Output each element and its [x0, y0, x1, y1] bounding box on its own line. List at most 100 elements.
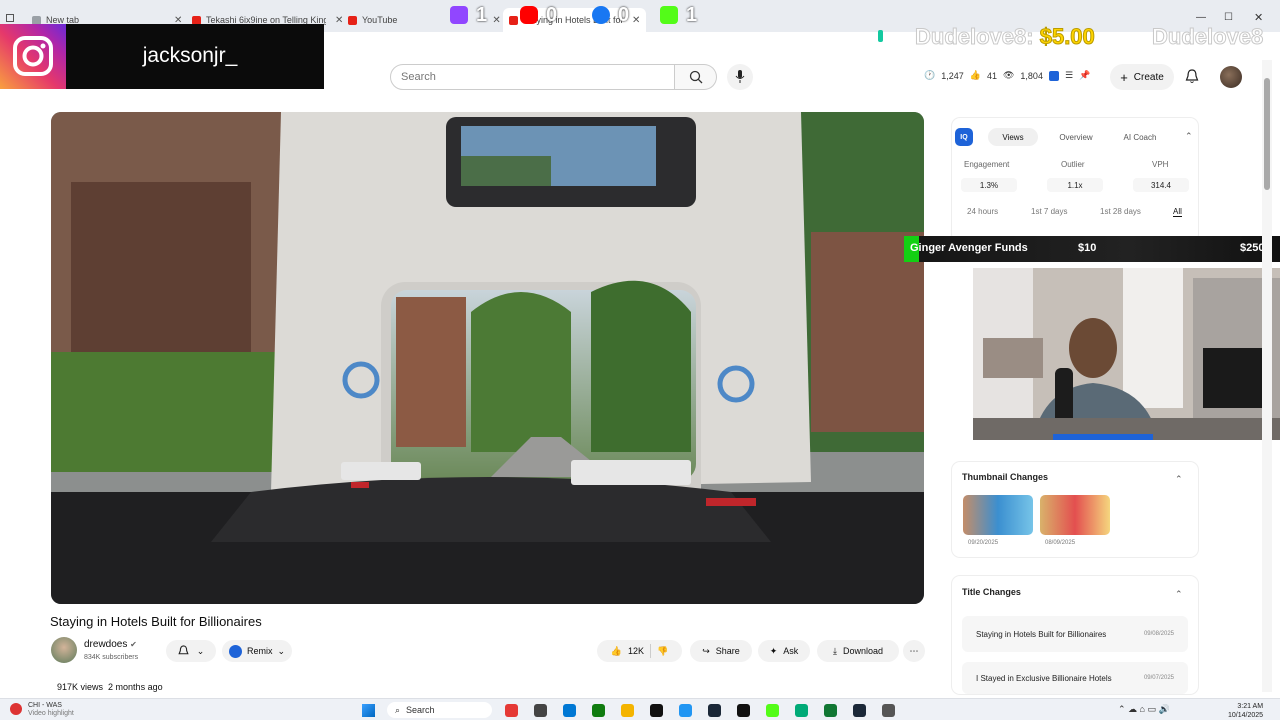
tab-overview[interactable]: Overview [1050, 128, 1102, 146]
windows-start-icon[interactable] [362, 704, 375, 717]
range-all[interactable]: All [1173, 207, 1182, 217]
thumbnail-changes-title: Thumbnail Changes [962, 472, 1049, 482]
bell-icon [1185, 69, 1199, 83]
taskbar-app-icon[interactable] [882, 704, 895, 717]
taskbar-widget[interactable]: CHI - WAS Video highlight [28, 702, 74, 718]
chevron-down-icon: ⌄ [196, 645, 205, 656]
like-icon[interactable]: 👍 [611, 646, 622, 657]
more-actions-button[interactable]: ⋯ [903, 640, 925, 662]
funds-current: $10 [1078, 242, 1097, 254]
range-28d[interactable]: 1st 28 days [1100, 207, 1141, 216]
title-change-date: 09/07/2025 [1143, 675, 1174, 681]
taskbar-search-label: Search [406, 705, 435, 715]
close-icon[interactable]: ✕ [632, 15, 640, 26]
channel-name[interactable]: drewdoes ✔ [84, 639, 137, 650]
taskbar-app-icon[interactable] [592, 704, 605, 717]
like-count[interactable]: 12K [628, 646, 644, 656]
dislike-icon[interactable]: 👎 [657, 646, 668, 657]
donation-marker [878, 30, 883, 42]
funds-goal: $250 [1240, 242, 1265, 254]
twitch-count: 1 [476, 4, 488, 26]
upload-age: 2 months ago [108, 682, 163, 692]
taskbar-app-icon[interactable] [824, 704, 837, 717]
system-tray-icons[interactable]: ⌃ ☁ ⌂ ▭ 🔊 [1118, 704, 1170, 715]
tab-views[interactable]: Views [988, 128, 1038, 146]
kick-count: 1 [686, 4, 698, 26]
chevron-down-icon: ⌄ [277, 645, 286, 656]
close-icon[interactable]: ✕ [335, 15, 343, 26]
remix-button[interactable]: Remix ⌄ [222, 640, 292, 662]
twitch-icon [450, 6, 468, 24]
search-input[interactable]: Search [390, 64, 675, 90]
title-change-text: I Stayed in Exclusive Billionaire Hotels [976, 673, 1112, 683]
subscriber-count: 834K subscribers [84, 654, 139, 661]
video-title: Staying in Hotels Built for Billionaires [50, 614, 262, 629]
description-box[interactable] [50, 675, 924, 698]
voice-search-button[interactable] [727, 64, 753, 90]
tab-ai-coach[interactable]: AI Coach [1112, 128, 1168, 146]
plus-icon: + [1120, 69, 1128, 85]
collapse-icon[interactable]: ⌃ [1175, 474, 1183, 485]
taskbar-app-icon[interactable] [679, 704, 692, 717]
list-icon[interactable]: ☰ [1065, 70, 1073, 81]
range-24h[interactable]: 24 hours [967, 207, 998, 216]
metric-label: VPH [1152, 160, 1169, 169]
taskbar-app-icon[interactable] [534, 704, 547, 717]
taskbar-app-icon[interactable] [650, 704, 663, 717]
close-window-icon[interactable]: ✕ [1254, 11, 1263, 24]
metric-value: 1.1x [1047, 178, 1103, 192]
subscription-bell-button[interactable]: ⌄ [166, 640, 216, 662]
pin-icon[interactable]: 📌 [1079, 70, 1090, 81]
scrollbar-thumb[interactable] [1264, 78, 1270, 190]
youtube-count: 0 [546, 4, 558, 26]
notifications-button[interactable] [1185, 69, 1199, 89]
view-count: 917K views [57, 682, 104, 692]
collapse-icon[interactable]: ⌃ [1185, 131, 1193, 142]
clock-icon: 🕐 [924, 70, 936, 80]
taskbar-app-icon[interactable] [853, 704, 866, 717]
like-icon: 👍 [969, 70, 981, 80]
download-button[interactable]: ⤓ Download [817, 640, 899, 662]
thumbnail-preview[interactable] [1040, 495, 1110, 535]
webcam-overlay [973, 268, 1280, 440]
taskbar-search[interactable]: ⌕ Search [387, 702, 492, 718]
like-dislike-group: 👍 12K 👎 [597, 640, 682, 662]
microphone-icon [735, 70, 745, 83]
collapse-icon[interactable]: ⌃ [1175, 589, 1183, 600]
taskbar-clock[interactable]: 3:21 AM 10/14/2025 [1228, 702, 1263, 720]
webcam-feed [973, 268, 1280, 440]
close-icon[interactable]: ✕ [492, 15, 500, 26]
search-button[interactable] [675, 64, 717, 90]
taskbar-app-icon[interactable] [708, 704, 721, 717]
share-button[interactable]: ↪ Share [690, 640, 752, 662]
create-button[interactable]: + Create [1110, 64, 1174, 90]
vidiq-icon[interactable] [1048, 70, 1059, 81]
video-player[interactable] [51, 112, 924, 604]
taskbar-app-icon[interactable] [563, 704, 576, 717]
weather-icon[interactable] [10, 703, 22, 715]
vidiq-stats-bar: 🕐 1,247 👍 41 👁 1,804 ☰ 📌 [924, 70, 1090, 81]
widget-line2: Video highlight [28, 710, 74, 717]
account-avatar[interactable] [1220, 66, 1242, 88]
donor-name: Dudelove8: [915, 24, 1035, 50]
facebook-icon [592, 6, 610, 24]
metric-label: Engagement [964, 160, 1010, 169]
instagram-handle: jacksonjr_ [142, 44, 238, 67]
maximize-icon[interactable]: ☐ [1224, 12, 1233, 23]
minimize-icon[interactable]: — [1196, 12, 1206, 23]
channel-avatar[interactable] [51, 637, 77, 663]
ask-button[interactable]: ✦ Ask [758, 640, 810, 662]
metric-label: Outlier [1061, 160, 1085, 169]
taskbar-app-icon[interactable] [621, 704, 634, 717]
range-7d[interactable]: 1st 7 days [1031, 207, 1067, 216]
download-icon: ⤓ [832, 645, 837, 656]
thumbnail-date: 08/09/2025 [1045, 540, 1076, 546]
window-menu-icon[interactable] [6, 14, 14, 22]
facebook-count: 0 [618, 4, 630, 26]
taskbar-app-icon[interactable] [795, 704, 808, 717]
thumbnail-preview[interactable] [963, 495, 1033, 535]
taskbar-app-icon[interactable] [766, 704, 779, 717]
video-view-info: 917K views 2 months ago [57, 682, 163, 692]
taskbar-app-icon[interactable] [737, 704, 750, 717]
taskbar-app-icon[interactable] [505, 704, 518, 717]
